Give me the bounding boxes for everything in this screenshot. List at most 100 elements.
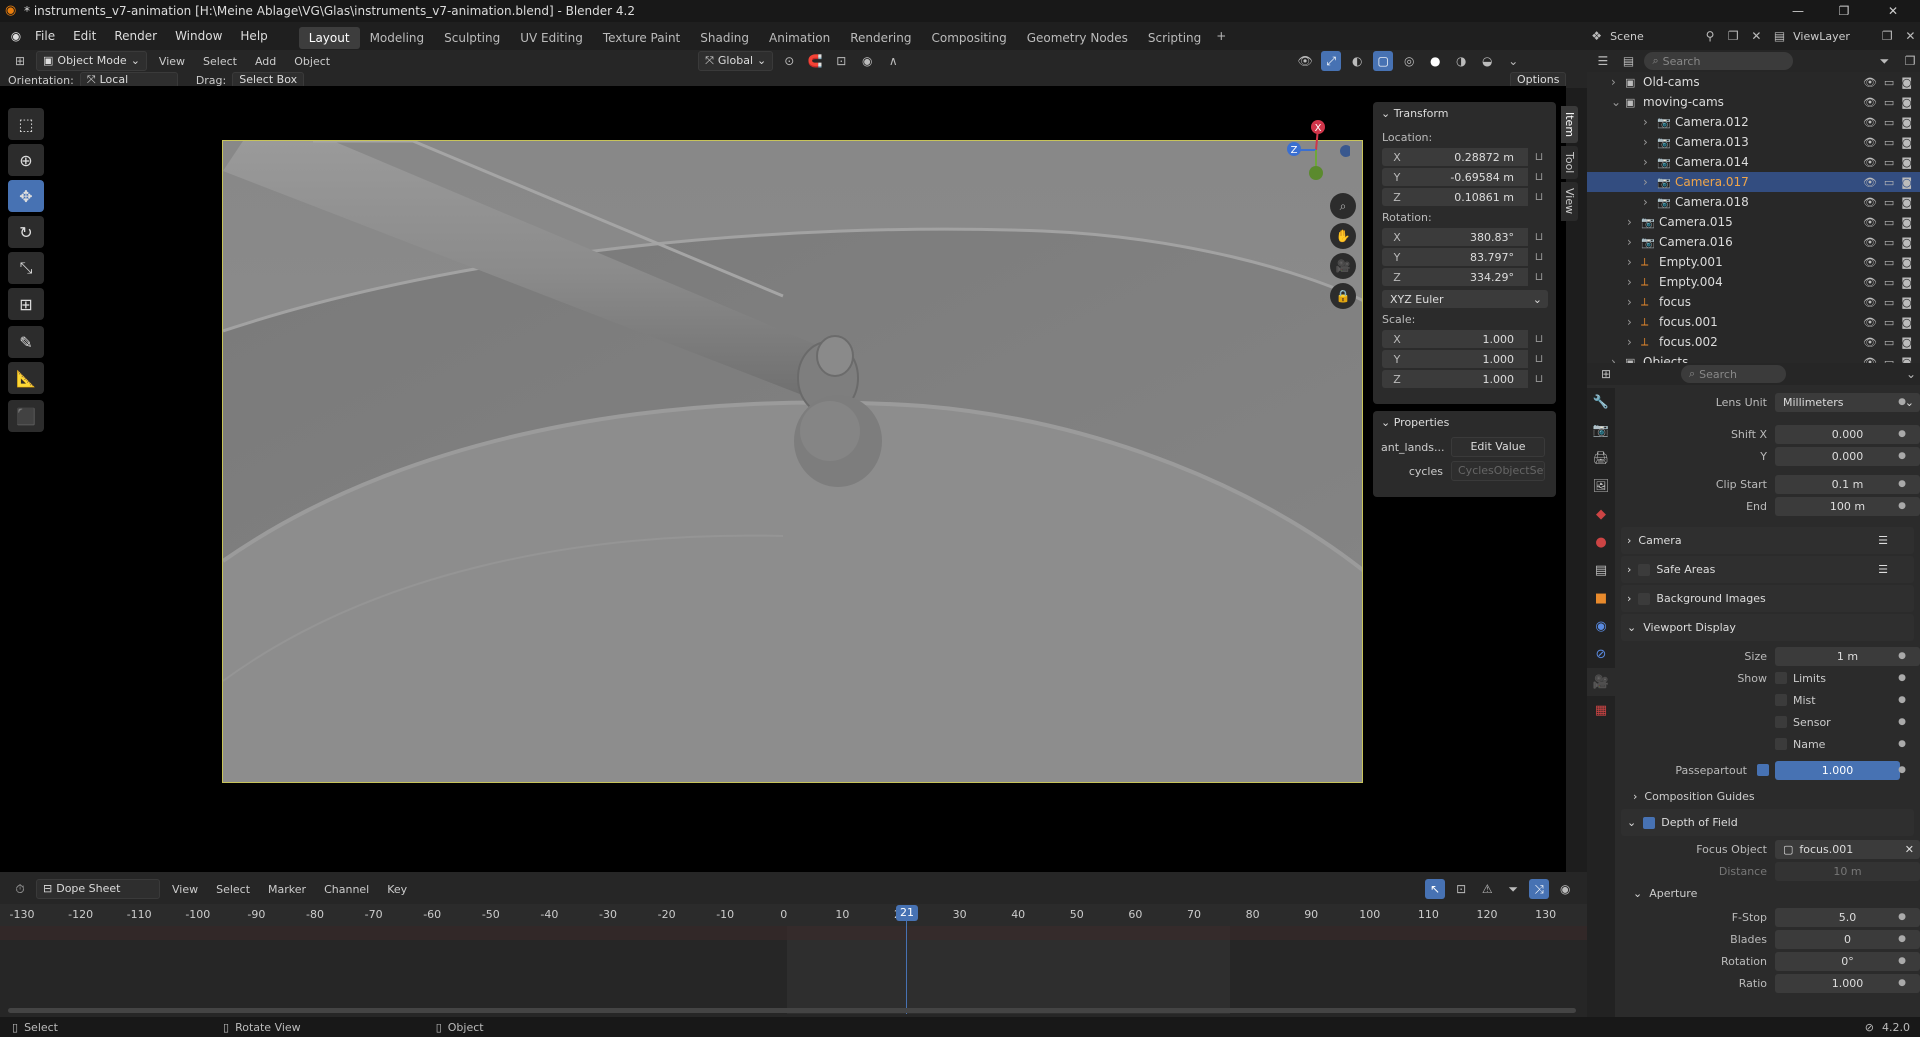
display-mode-icon[interactable]: ▤ <box>1619 51 1639 71</box>
chevron-right-icon[interactable]: › <box>1627 335 1641 349</box>
rotation-mode-dropdown[interactable]: XYZ Euler ⌄ <box>1382 290 1548 308</box>
mist-checkbox[interactable] <box>1775 694 1787 706</box>
eye-icon[interactable]: 👁 <box>1863 116 1877 129</box>
outliner-item[interactable]: › 📷 Camera.013 👁 ▭ ◙ <box>1587 132 1920 152</box>
eye-icon[interactable]: 👁 <box>1863 216 1877 229</box>
camera-render-icon[interactable]: ◙ <box>1901 256 1912 269</box>
shading-options-icon[interactable]: ⌄ <box>1503 51 1523 71</box>
keyframe-dot-icon[interactable]: ● <box>1898 673 1906 683</box>
keyframe-dot-icon[interactable]: ● <box>1898 739 1906 749</box>
keyframe-dot-icon[interactable]: ● <box>1898 397 1906 407</box>
menu-window[interactable]: Window <box>166 22 231 50</box>
filter-icon[interactable]: ⏷ <box>1503 879 1523 899</box>
render-tab-icon[interactable]: 📷 <box>1587 416 1615 444</box>
camera-render-icon[interactable]: ◙ <box>1901 316 1912 329</box>
edit-value-button[interactable]: Edit Value <box>1451 437 1545 457</box>
outliner-item[interactable]: › ⟂ focus.002 👁 ▭ ◙ <box>1587 332 1920 352</box>
keyframe-dot-icon[interactable]: ● <box>1898 912 1906 922</box>
tab-scripting[interactable]: Scripting <box>1138 27 1211 49</box>
properties-type-icon[interactable]: ⊞ <box>1597 364 1615 384</box>
keyframe-dot-icon[interactable]: ● <box>1898 451 1906 461</box>
eye-icon[interactable]: 👁 <box>1863 256 1877 269</box>
camera-render-icon[interactable]: ◙ <box>1901 236 1912 249</box>
keyframe-dot-icon[interactable]: ● <box>1898 501 1906 511</box>
scale-tool-icon[interactable]: ⤡ <box>8 252 44 284</box>
editor-type-icon[interactable]: ⊞ <box>10 51 30 71</box>
camera-render-icon[interactable]: ◙ <box>1901 76 1912 89</box>
lock-icon[interactable]: 🔒 <box>1330 283 1356 309</box>
new-viewlayer-icon[interactable]: ❐ <box>1878 26 1897 46</box>
eye-icon[interactable]: 👁 <box>1863 276 1877 289</box>
monitor-icon[interactable]: ▭ <box>1884 76 1894 89</box>
section-viewport-display[interactable]: ⌄ Viewport Display <box>1621 614 1914 641</box>
chevron-right-icon[interactable]: › <box>1627 255 1641 269</box>
location-y-field[interactable]: Y -0.69584 m ⊔ <box>1382 168 1550 186</box>
tab-layout[interactable]: Layout <box>298 26 360 49</box>
sensor-checkbox[interactable] <box>1775 716 1787 728</box>
eye-icon[interactable]: 👁 <box>1863 336 1877 349</box>
tab-tool[interactable]: Tool <box>1561 146 1578 180</box>
dope-menu-marker[interactable]: Marker <box>262 883 312 896</box>
camera-render-icon[interactable]: ◙ <box>1901 96 1912 109</box>
viewport-menu-select[interactable]: Select <box>197 55 243 68</box>
tab-texture-paint[interactable]: Texture Paint <box>593 27 690 49</box>
tool-tab-icon[interactable]: 🔧 <box>1587 388 1615 416</box>
transform-orientation-dropdown[interactable]: ⤧ Global ⌄ <box>698 51 774 71</box>
outliner-item[interactable]: › ⟂ focus.001 👁 ▭ ◙ <box>1587 312 1920 332</box>
constraints-tab-icon[interactable]: ⊘ <box>1587 640 1615 668</box>
dope-menu-key[interactable]: Key <box>381 883 413 896</box>
dope-menu-select[interactable]: Select <box>210 883 256 896</box>
auto-snap-icon[interactable]: ⤨ <box>1529 879 1550 899</box>
delete-scene-icon[interactable]: ✕ <box>1747 26 1766 46</box>
camera-render-icon[interactable]: ◙ <box>1901 296 1912 309</box>
unlock-icon[interactable]: ⊔ <box>1528 228 1550 246</box>
monitor-icon[interactable]: ▭ <box>1884 256 1894 269</box>
dope-menu-channel[interactable]: Channel <box>318 883 375 896</box>
camera-render-icon[interactable]: ◙ <box>1901 156 1912 169</box>
outliner-item[interactable]: › 📷 Camera.012 👁 ▭ ◙ <box>1587 112 1920 132</box>
outliner-item[interactable]: › 📷 Camera.017 👁 ▭ ◙ <box>1587 172 1920 192</box>
background-images-checkbox[interactable] <box>1638 592 1651 605</box>
current-frame-indicator[interactable]: 21 <box>896 905 918 921</box>
presets-icon[interactable]: ☰ <box>1878 563 1888 576</box>
unlock-icon[interactable]: ⊔ <box>1528 268 1550 286</box>
unlock-icon[interactable]: ⊔ <box>1528 330 1550 348</box>
properties-header[interactable]: ⌄ Properties <box>1373 411 1556 435</box>
move-tool-icon[interactable]: ✥ <box>8 180 44 212</box>
chevron-right-icon[interactable]: › <box>1627 235 1641 249</box>
monitor-icon[interactable]: ▭ <box>1884 316 1894 329</box>
keyframe-dot-icon[interactable]: ● <box>1898 978 1906 988</box>
pivot-icon[interactable]: ⊙ <box>779 51 799 71</box>
outliner-item[interactable]: › 📷 Camera.015 👁 ▭ ◙ <box>1587 212 1920 232</box>
keyframe-dot-icon[interactable]: ● <box>1898 934 1906 944</box>
viewport-menu-add[interactable]: Add <box>249 55 282 68</box>
timeline-ruler[interactable]: -130 -120 -110 -100 -90 -80 -70 -60 -50 -40 -30 -20… <box>0 904 1587 926</box>
blender-menu-icon[interactable]: ◉ <box>6 26 26 46</box>
navigation-gizmo[interactable]: X Z <box>1270 116 1352 186</box>
visibility-icon[interactable]: 👁 <box>1295 51 1315 71</box>
keyframe-dot-icon[interactable]: ● <box>1898 479 1906 489</box>
select-box-tool-icon[interactable]: ⬚ <box>8 108 44 140</box>
close-button[interactable]: ✕ <box>1870 0 1916 22</box>
gizmo-toggle-icon[interactable]: ⤢ <box>1321 51 1342 71</box>
monitor-icon[interactable]: ▭ <box>1884 276 1894 289</box>
monitor-icon[interactable]: ▭ <box>1884 116 1894 129</box>
scale-y-field[interactable]: Y 1.000 ⊔ <box>1382 350 1550 368</box>
rotation-y-field[interactable]: Y 83.797° ⊔ <box>1382 248 1550 266</box>
monitor-icon[interactable]: ▭ <box>1884 216 1894 229</box>
falloff-icon[interactable]: ∧ <box>883 51 903 71</box>
delete-viewlayer-icon[interactable]: ✕ <box>1901 26 1920 46</box>
tab-uv-editing[interactable]: UV Editing <box>510 27 593 49</box>
outliner-item[interactable]: › ⟂ Empty.004 👁 ▭ ◙ <box>1587 272 1920 292</box>
keyframe-dot-icon[interactable]: ● <box>1898 765 1906 775</box>
errors-icon[interactable]: ⚠ <box>1477 879 1497 899</box>
tab-rendering[interactable]: Rendering <box>840 27 921 49</box>
tab-shading[interactable]: Shading <box>690 27 759 49</box>
unlock-icon[interactable]: ⊔ <box>1528 148 1550 166</box>
camera-data-tab-icon[interactable]: 🎥 <box>1587 668 1615 696</box>
pin-icon[interactable]: ⌄ <box>1902 364 1920 384</box>
object-tab-icon[interactable]: ■ <box>1587 584 1615 612</box>
outliner-item[interactable]: › 📷 Camera.016 👁 ▭ ◙ <box>1587 232 1920 252</box>
shading-material-icon[interactable]: ◑ <box>1451 51 1471 71</box>
minimize-button[interactable]: — <box>1775 0 1821 22</box>
